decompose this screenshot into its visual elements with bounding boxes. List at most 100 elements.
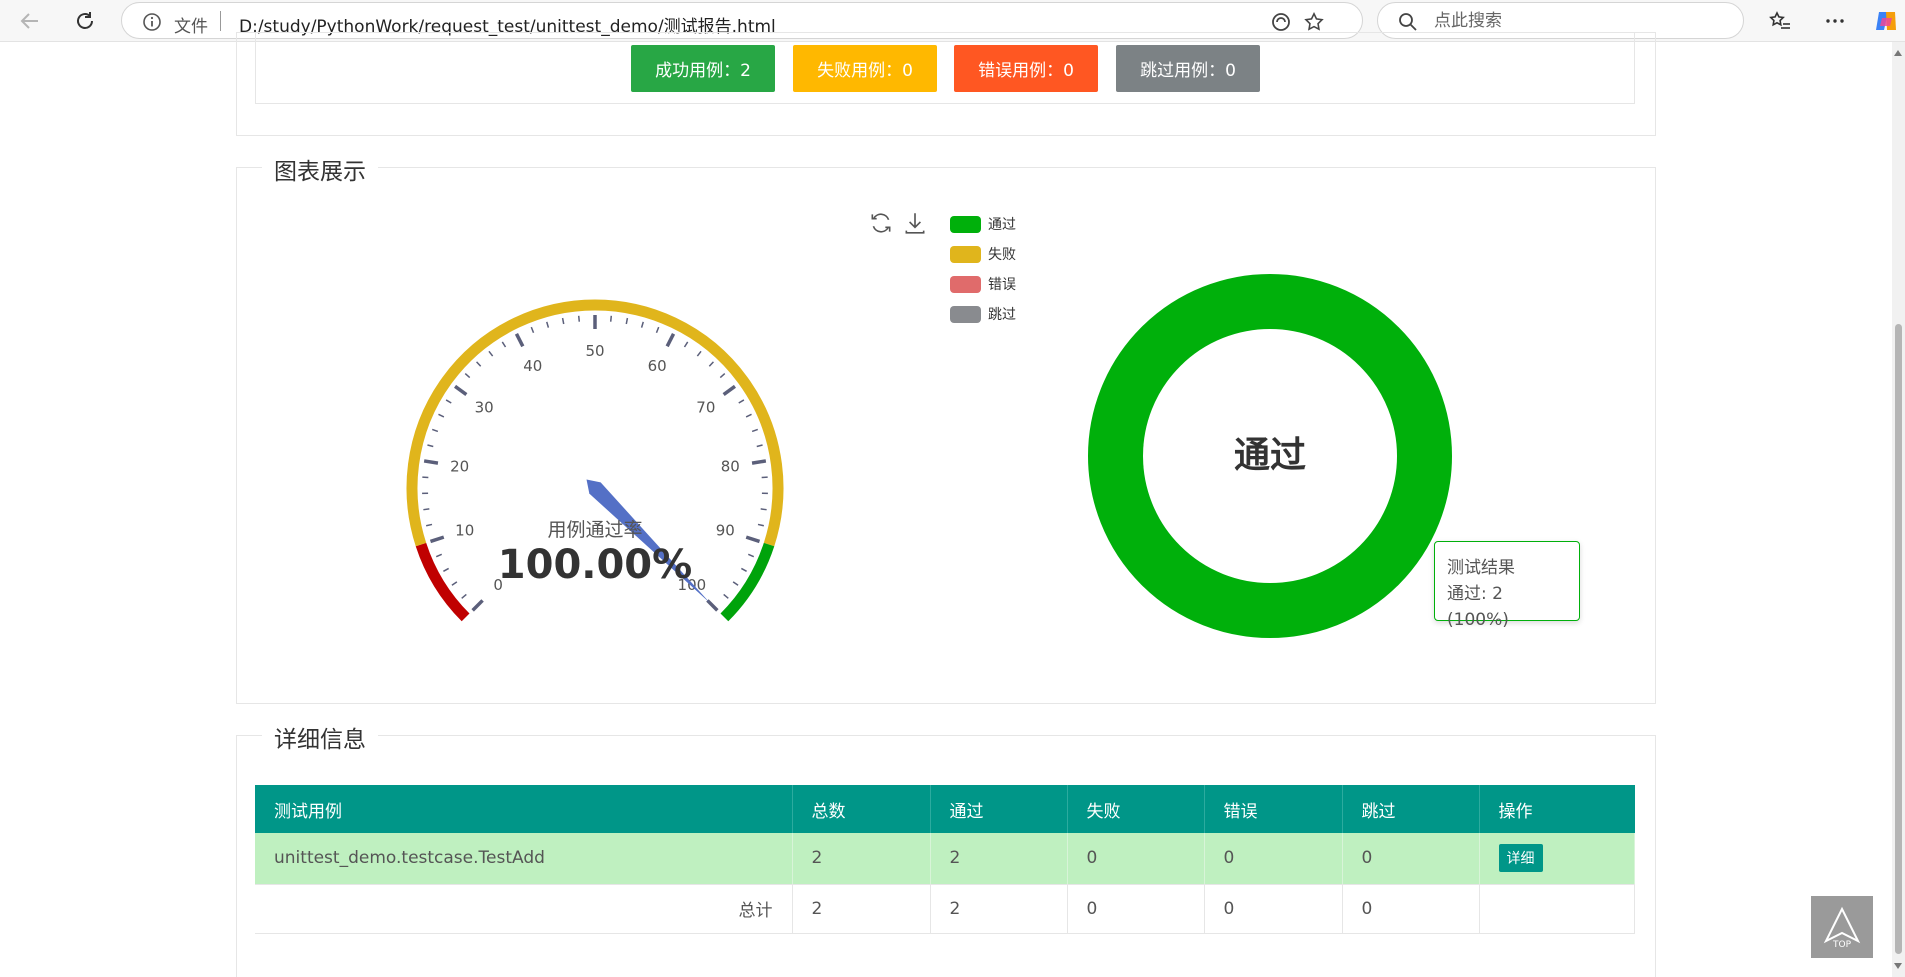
table-header-row: 测试用例 总数 通过 失败 错误 跳过 操作	[255, 785, 1635, 833]
favorites-button[interactable]	[1766, 7, 1794, 35]
scroll-up-arrow[interactable]	[1894, 50, 1902, 56]
refresh-icon	[77, 12, 93, 29]
details-section-title: 详细信息	[262, 720, 378, 754]
gauge-minor-tick	[683, 341, 689, 348]
gauge-tick-label: 10	[455, 521, 474, 539]
restore-chart-icon[interactable]	[868, 210, 894, 236]
gauge-band-high	[720, 542, 775, 622]
header-testcase: 测试用例	[255, 785, 793, 833]
table-total-row: 总计 2 2 0 0 0	[255, 884, 1635, 934]
gauge-minor-tick	[609, 315, 613, 322]
cell-total: 2	[792, 833, 931, 885]
cell-testcase-name: unittest_demo.testcase.TestAdd	[255, 833, 793, 885]
success-count-badge[interactable]: 成功用例：2	[631, 45, 775, 92]
favorites-list-icon	[1769, 11, 1790, 29]
cell-error: 0	[1204, 833, 1343, 885]
search-icon	[1399, 13, 1417, 31]
legend-item-pass[interactable]: 通过	[950, 209, 1016, 239]
gauge-tick-label: 90	[716, 521, 735, 539]
address-separator	[220, 11, 221, 31]
cell-sum-error: 0	[1204, 884, 1343, 934]
gauge-minor-tick	[431, 428, 439, 433]
fail-count-badge[interactable]: 失败用例：0	[793, 45, 937, 92]
legend-label-fail: 失败	[988, 247, 1016, 263]
gauge-minor-tick	[443, 567, 450, 573]
cell-skip: 0	[1342, 833, 1480, 885]
gauge-minor-tick	[445, 399, 452, 404]
cell-sum-pass: 2	[930, 884, 1068, 934]
gauge-band-low	[415, 542, 470, 622]
gauge-tick-label: 40	[523, 357, 542, 375]
back-arrow-icon	[20, 13, 38, 29]
donut-center-label: 通过	[1234, 435, 1306, 476]
legend-item-skip[interactable]: 跳过	[950, 299, 1016, 329]
header-skip: 跳过	[1342, 785, 1480, 833]
info-icon[interactable]	[142, 12, 162, 32]
gauge-major-tick	[429, 535, 445, 544]
gauge-title: 用例通过率	[547, 519, 642, 541]
gauge-minor-tick	[732, 581, 739, 586]
gauge-tick-label: 60	[648, 357, 667, 375]
gauge-major-tick	[471, 599, 484, 612]
top-arrow-icon: TOP	[1823, 906, 1861, 949]
scrollbar-thumb[interactable]	[1895, 324, 1902, 954]
save-image-icon[interactable]	[902, 210, 928, 236]
legend-swatch-fail	[950, 245, 981, 263]
result-donut-chart: 通过	[1088, 274, 1452, 638]
gauge-major-tick	[423, 459, 439, 465]
legend-item-error[interactable]: 错误	[950, 269, 1016, 299]
page-scrollbar[interactable]	[1892, 42, 1905, 977]
cell-sum-skip: 0	[1342, 884, 1480, 934]
gauge-minor-tick	[738, 399, 745, 404]
gauge-minor-tick	[757, 523, 764, 527]
gauge-minor-tick	[625, 317, 629, 325]
search-input[interactable]	[1434, 10, 1724, 32]
copilot-button[interactable]	[1872, 7, 1900, 35]
cell-sum-total: 2	[792, 884, 931, 934]
gauge-major-tick	[514, 333, 525, 348]
gauge-minor-tick	[561, 317, 565, 325]
gauge-tick-label: 70	[696, 398, 715, 416]
back-to-top-button[interactable]: TOP	[1811, 896, 1873, 958]
gauge-minor-tick	[640, 321, 644, 328]
gauge-minor-tick	[461, 593, 467, 599]
gauge-minor-tick	[756, 444, 763, 448]
chart-legend: 通过 失败 错误 跳过	[950, 209, 1016, 329]
refresh-button[interactable]	[71, 7, 99, 35]
pass-rate-gauge: 0102030405060708090100 用例通过率 100.00%	[406, 299, 784, 622]
legend-label-skip: 跳过	[988, 307, 1016, 323]
scroll-down-arrow[interactable]	[1894, 963, 1902, 969]
gauge-minor-tick	[719, 373, 726, 379]
cell-sum-action	[1479, 884, 1635, 934]
gauge-minor-tick	[740, 567, 747, 573]
gauge-minor-tick	[451, 581, 458, 586]
skip-count-badge[interactable]: 跳过用例：0	[1116, 45, 1260, 92]
gauge-minor-tick	[530, 326, 535, 334]
charts-section-title: 图表展示	[262, 152, 378, 186]
summary-inner-box	[255, 32, 1635, 104]
cell-total-label: 总计	[255, 884, 793, 934]
header-total: 总数	[792, 785, 931, 833]
detail-button[interactable]: 详细	[1498, 844, 1543, 873]
gauge-minor-tick	[760, 508, 767, 511]
gauge-major-tick	[751, 459, 767, 465]
cell-sum-fail: 0	[1067, 884, 1205, 934]
back-button[interactable]	[16, 7, 44, 35]
gauge-major-tick	[454, 384, 468, 396]
gauge-minor-tick	[501, 341, 507, 348]
gauge-major-tick	[745, 535, 761, 544]
gauge-minor-tick	[488, 350, 494, 357]
read-aloud-icon[interactable]	[1270, 11, 1292, 33]
favorite-star-icon[interactable]	[1303, 11, 1325, 33]
report-page: 成功用例：2 失败用例：0 错误用例：0 跳过用例：0 图表展示 通过 失败 错…	[0, 32, 1892, 977]
gauge-minor-tick	[723, 593, 729, 599]
header-pass: 通过	[930, 785, 1068, 833]
cell-fail: 0	[1067, 833, 1205, 885]
gauge-tick-label: 20	[450, 458, 469, 476]
chart-tooltip: 测试结果 通过: 2 (100%)	[1434, 541, 1580, 630]
legend-item-fail[interactable]: 失败	[950, 239, 1016, 269]
gauge-minor-tick	[696, 350, 702, 357]
error-count-badge[interactable]: 错误用例：0	[954, 45, 1098, 92]
more-button[interactable]	[1821, 7, 1849, 35]
gauge-minor-tick	[435, 553, 443, 558]
